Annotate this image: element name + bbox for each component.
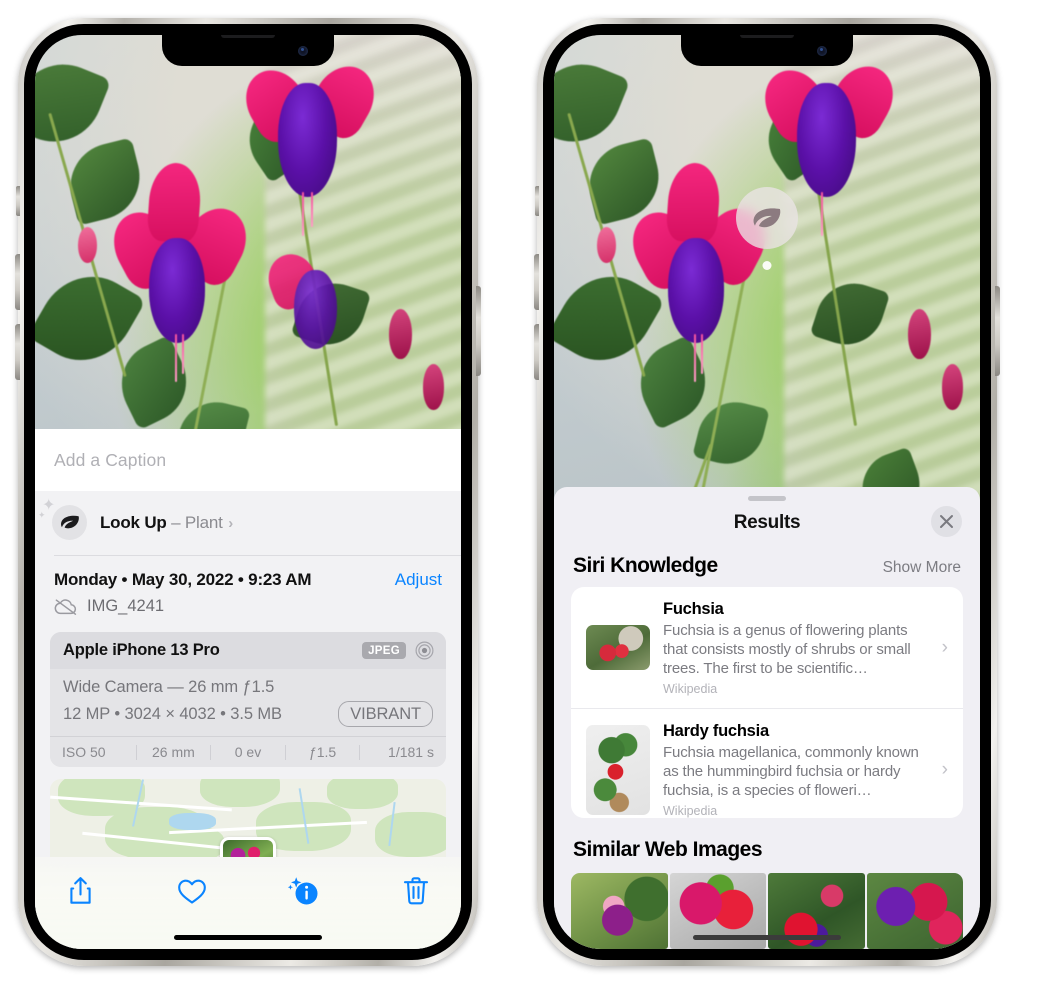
section-title: Siri Knowledge: [573, 553, 718, 577]
earpiece-speaker: [221, 35, 275, 38]
card-source: Wikipedia: [663, 681, 718, 696]
front-camera: [298, 46, 308, 56]
volume-down-button[interactable]: [15, 324, 20, 380]
flower-bud: [388, 309, 412, 360]
home-indicator[interactable]: [693, 935, 841, 940]
look-up-label: Look Up – Plant ›: [100, 513, 233, 533]
share-button[interactable]: [63, 874, 97, 908]
similar-image-thumbnail[interactable]: [866, 873, 963, 949]
flower-bud: [77, 226, 97, 264]
share-icon: [69, 877, 91, 904]
show-more-button[interactable]: Show More: [883, 559, 961, 577]
power-button[interactable]: [995, 286, 1000, 376]
chevron-right-icon: ›: [941, 758, 948, 780]
heart-icon: [178, 879, 206, 904]
list-item[interactable]: Hardy fuchsia Fuchsia magellanica, commo…: [571, 707, 963, 818]
flower-bud: [907, 309, 931, 360]
info-button[interactable]: [287, 874, 321, 908]
chevron-right-icon: ›: [228, 514, 233, 532]
card-title: Fuchsia: [663, 599, 724, 618]
screenshot-stage: Add a Caption ✦ ✦ Look Up – Plant › Mond…: [0, 0, 1055, 985]
screen-left: Add a Caption ✦ ✦ Look Up – Plant › Mond…: [35, 35, 461, 949]
location-map[interactable]: [50, 779, 446, 857]
thumbnail: [586, 724, 650, 815]
chevron-right-icon: ›: [941, 636, 948, 658]
flower-bud: [596, 226, 616, 264]
look-up-title: Look Up: [100, 512, 167, 532]
camera-device-name: Apple iPhone 13 Pro: [63, 641, 220, 659]
results-header: Results: [554, 501, 980, 537]
front-camera: [817, 46, 827, 56]
aperture-icon: [415, 641, 434, 660]
sparkle-icon: ✦: [38, 510, 46, 520]
flower-bud: [422, 364, 444, 410]
screen-right: Results Siri Knowledge Show More Fuchsia…: [554, 35, 980, 949]
similar-web-images-header: Similar Web Images: [554, 818, 980, 864]
card-description: Fuchsia is a genus of flowering plants t…: [663, 621, 911, 677]
volume-down-button[interactable]: [534, 324, 539, 380]
exif-shutter: 1/181 s: [388, 744, 434, 760]
lookup-anchor-dot: [762, 261, 772, 270]
visual-lookup-badge[interactable]: [736, 187, 798, 270]
card-title: Hardy fuchsia: [663, 721, 769, 740]
exif-focal: 26 mm: [151, 744, 195, 760]
volume-up-button[interactable]: [534, 254, 539, 310]
camera-info-card[interactable]: Apple iPhone 13 Pro JPEG Wide Camera — 2…: [50, 632, 446, 767]
file-name: IMG_4241: [87, 597, 165, 615]
fuchsia-blossom: [261, 218, 363, 383]
delete-button[interactable]: [399, 874, 433, 908]
mute-switch[interactable]: [535, 186, 539, 216]
favorite-button[interactable]: [175, 874, 209, 908]
caption-input[interactable]: Add a Caption: [35, 429, 461, 491]
leaf-icon: [753, 207, 781, 227]
map-photo-pin[interactable]: [220, 837, 276, 857]
look-up-row[interactable]: ✦ ✦ Look Up – Plant ›: [35, 491, 461, 555]
capture-date: Monday • May 30, 2022 • 9:23 AM: [54, 570, 312, 589]
adjust-button[interactable]: Adjust: [395, 570, 442, 590]
notch: [162, 35, 334, 66]
notch: [681, 35, 853, 66]
home-indicator[interactable]: [174, 935, 322, 940]
flower-bud: [941, 364, 963, 410]
look-up-subject: Plant: [184, 512, 223, 532]
similar-image-thumbnail[interactable]: [571, 873, 668, 949]
mute-switch[interactable]: [16, 186, 20, 216]
info-sparkle-icon: [287, 877, 318, 905]
close-button[interactable]: [931, 505, 962, 537]
card-description: Fuchsia magellanica, commonly known as t…: [663, 743, 919, 799]
photo-metadata: Monday • May 30, 2022 • 9:23 AM Adjust I…: [35, 556, 461, 626]
lens-info: Wide Camera — 26 mm ƒ1.5: [63, 678, 275, 696]
section-title: Similar Web Images: [573, 838, 763, 861]
leaf-icon: ✦ ✦: [38, 498, 87, 540]
power-button[interactable]: [476, 286, 481, 376]
volume-up-button[interactable]: [15, 254, 20, 310]
icloud-slash-icon: [54, 599, 77, 615]
look-up-dash: –: [171, 512, 181, 532]
card-source: Wikipedia: [663, 804, 718, 818]
earpiece-speaker: [740, 35, 794, 38]
image-size-info: 12 MP • 3024 × 4032 • 3.5 MB: [63, 704, 282, 723]
fuchsia-blossom: [101, 161, 258, 383]
iphone-left: Add a Caption ✦ ✦ Look Up – Plant › Mond…: [15, 18, 481, 966]
exif-iso: ISO 50: [62, 744, 106, 760]
close-icon: [940, 514, 953, 528]
format-badge: JPEG: [362, 642, 406, 659]
list-item[interactable]: Fuchsia Fuchsia is a genus of flowering …: [571, 587, 963, 709]
exif-exposure: 0 ev: [234, 744, 262, 760]
siri-knowledge-header: Siri Knowledge Show More: [554, 534, 980, 587]
knowledge-card-list: Fuchsia Fuchsia is a genus of flowering …: [571, 586, 963, 818]
photo-info-sheet: Add a Caption ✦ ✦ Look Up – Plant › Mond…: [35, 429, 461, 949]
results-title: Results: [733, 511, 801, 533]
exif-aperture: ƒ1.5: [308, 744, 337, 760]
photographic-style-badge: VIBRANT: [338, 701, 433, 727]
thumbnail: [586, 625, 650, 671]
results-sheet: Results Siri Knowledge Show More Fuchsia…: [554, 487, 980, 949]
exif-row: ISO 50 26 mm 0 ev ƒ1.5 1/181 s: [50, 736, 446, 767]
iphone-right: Results Siri Knowledge Show More Fuchsia…: [534, 18, 1000, 966]
trash-icon: [403, 877, 429, 905]
